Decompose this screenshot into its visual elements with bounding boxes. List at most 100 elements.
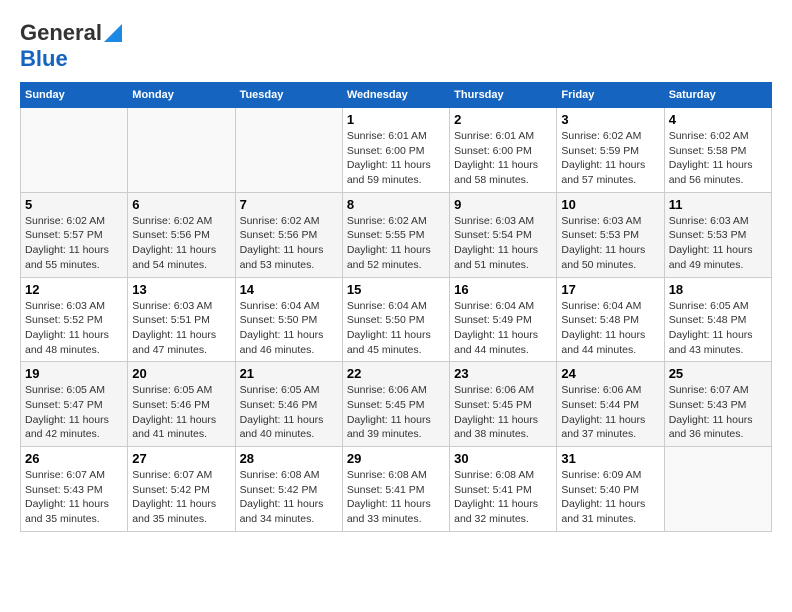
calendar-week-row: 1 Sunrise: 6:01 AM Sunset: 6:00 PM Daylig… [21,108,772,193]
page-header: General Blue [20,20,772,72]
day-number: 16 [454,282,552,297]
day-number: 11 [669,197,767,212]
logo: General Blue [20,20,122,72]
day-number: 28 [240,451,338,466]
calendar-cell: 31Sunrise: 6:09 AM Sunset: 5:40 PM Dayli… [557,447,664,532]
day-info: Sunrise: 6:05 AM Sunset: 5:46 PM Dayligh… [240,383,338,442]
day-info: Sunrise: 6:07 AM Sunset: 5:42 PM Dayligh… [132,468,230,527]
day-info: Sunrise: 6:05 AM Sunset: 5:46 PM Dayligh… [132,383,230,442]
day-info: Sunrise: 6:03 AM Sunset: 5:51 PM Dayligh… [132,299,230,358]
day-info: Sunrise: 6:02 AM Sunset: 5:59 PM Dayligh… [561,129,659,188]
calendar-cell: 15 Sunrise: 6:04 AM Sunset: 5:50 PM Dayli… [342,277,449,362]
day-number: 25 [669,366,767,381]
weekday-header-tuesday: Tuesday [235,83,342,108]
day-info: Sunrise: 6:06 AM Sunset: 5:45 PM Dayligh… [347,383,445,442]
calendar-cell: 20 Sunrise: 6:05 AM Sunset: 5:46 PM Dayli… [128,362,235,447]
day-number: 27 [132,451,230,466]
logo-blue: Blue [20,46,68,71]
calendar-cell: 3 Sunrise: 6:02 AM Sunset: 5:59 PM Daylig… [557,108,664,193]
weekday-header-saturday: Saturday [664,83,771,108]
day-info: Sunrise: 6:02 AM Sunset: 5:58 PM Dayligh… [669,129,767,188]
day-info: Sunrise: 6:04 AM Sunset: 5:50 PM Dayligh… [240,299,338,358]
day-number: 3 [561,112,659,127]
calendar-cell: 7Sunrise: 6:02 AM Sunset: 5:56 PM Daylig… [235,192,342,277]
day-info: Sunrise: 6:04 AM Sunset: 5:49 PM Dayligh… [454,299,552,358]
day-number: 5 [25,197,123,212]
calendar-header: SundayMondayTuesdayWednesdayThursdayFrid… [21,83,772,108]
day-number: 30 [454,451,552,466]
day-number: 17 [561,282,659,297]
day-number: 20 [132,366,230,381]
calendar-cell: 22 Sunrise: 6:06 AM Sunset: 5:45 PM Dayli… [342,362,449,447]
day-number: 23 [454,366,552,381]
day-number: 21 [240,366,338,381]
day-info: Sunrise: 6:09 AM Sunset: 5:40 PM Dayligh… [561,468,659,527]
day-number: 6 [132,197,230,212]
calendar-cell: 30 Sunrise: 6:08 AM Sunset: 5:41 PM Dayli… [450,447,557,532]
day-info: Sunrise: 6:03 AM Sunset: 5:53 PM Dayligh… [669,214,767,273]
calendar-cell: 13 Sunrise: 6:03 AM Sunset: 5:51 PM Dayli… [128,277,235,362]
day-info: Sunrise: 6:08 AM Sunset: 5:41 PM Dayligh… [454,468,552,527]
calendar-cell [128,108,235,193]
day-info: Sunrise: 6:07 AM Sunset: 5:43 PM Dayligh… [669,383,767,442]
calendar-cell: 24Sunrise: 6:06 AM Sunset: 5:44 PM Dayli… [557,362,664,447]
calendar-body: 1 Sunrise: 6:01 AM Sunset: 6:00 PM Daylig… [21,108,772,532]
calendar-cell: 27 Sunrise: 6:07 AM Sunset: 5:42 PM Dayli… [128,447,235,532]
calendar-table: SundayMondayTuesdayWednesdayThursdayFrid… [20,82,772,532]
day-info: Sunrise: 6:03 AM Sunset: 5:54 PM Dayligh… [454,214,552,273]
calendar-cell: 26Sunrise: 6:07 AM Sunset: 5:43 PM Dayli… [21,447,128,532]
calendar-cell: 12Sunrise: 6:03 AM Sunset: 5:52 PM Dayli… [21,277,128,362]
day-number: 15 [347,282,445,297]
calendar-week-row: 5 Sunrise: 6:02 AM Sunset: 5:57 PM Daylig… [21,192,772,277]
calendar-cell [664,447,771,532]
logo-general: General [20,20,102,46]
day-info: Sunrise: 6:07 AM Sunset: 5:43 PM Dayligh… [25,468,123,527]
day-number: 29 [347,451,445,466]
day-number: 1 [347,112,445,127]
calendar-cell: 25 Sunrise: 6:07 AM Sunset: 5:43 PM Dayli… [664,362,771,447]
calendar-cell: 5 Sunrise: 6:02 AM Sunset: 5:57 PM Daylig… [21,192,128,277]
calendar-cell: 16 Sunrise: 6:04 AM Sunset: 5:49 PM Dayli… [450,277,557,362]
calendar-cell [21,108,128,193]
day-info: Sunrise: 6:03 AM Sunset: 5:52 PM Dayligh… [25,299,123,358]
calendar-cell: 11 Sunrise: 6:03 AM Sunset: 5:53 PM Dayli… [664,192,771,277]
weekday-header-thursday: Thursday [450,83,557,108]
day-info: Sunrise: 6:05 AM Sunset: 5:48 PM Dayligh… [669,299,767,358]
day-number: 18 [669,282,767,297]
day-info: Sunrise: 6:02 AM Sunset: 5:56 PM Dayligh… [132,214,230,273]
day-number: 22 [347,366,445,381]
day-info: Sunrise: 6:05 AM Sunset: 5:47 PM Dayligh… [25,383,123,442]
day-info: Sunrise: 6:08 AM Sunset: 5:41 PM Dayligh… [347,468,445,527]
day-number: 10 [561,197,659,212]
day-number: 19 [25,366,123,381]
calendar-week-row: 19 Sunrise: 6:05 AM Sunset: 5:47 PM Dayli… [21,362,772,447]
day-number: 4 [669,112,767,127]
calendar-week-row: 12Sunrise: 6:03 AM Sunset: 5:52 PM Dayli… [21,277,772,362]
calendar-cell: 21 Sunrise: 6:05 AM Sunset: 5:46 PM Dayli… [235,362,342,447]
day-info: Sunrise: 6:02 AM Sunset: 5:55 PM Dayligh… [347,214,445,273]
calendar-cell: 17 Sunrise: 6:04 AM Sunset: 5:48 PM Dayli… [557,277,664,362]
day-number: 7 [240,197,338,212]
calendar-cell: 28Sunrise: 6:08 AM Sunset: 5:42 PM Dayli… [235,447,342,532]
day-info: Sunrise: 6:04 AM Sunset: 5:48 PM Dayligh… [561,299,659,358]
day-info: Sunrise: 6:04 AM Sunset: 5:50 PM Dayligh… [347,299,445,358]
calendar-cell: 10 Sunrise: 6:03 AM Sunset: 5:53 PM Dayli… [557,192,664,277]
calendar-cell: 4 Sunrise: 6:02 AM Sunset: 5:58 PM Daylig… [664,108,771,193]
day-number: 9 [454,197,552,212]
day-number: 8 [347,197,445,212]
calendar-cell: 23 Sunrise: 6:06 AM Sunset: 5:45 PM Dayli… [450,362,557,447]
day-info: Sunrise: 6:01 AM Sunset: 6:00 PM Dayligh… [454,129,552,188]
weekday-header-sunday: Sunday [21,83,128,108]
day-info: Sunrise: 6:06 AM Sunset: 5:45 PM Dayligh… [454,383,552,442]
calendar-week-row: 26Sunrise: 6:07 AM Sunset: 5:43 PM Dayli… [21,447,772,532]
calendar-cell: 14 Sunrise: 6:04 AM Sunset: 5:50 PM Dayli… [235,277,342,362]
day-number: 14 [240,282,338,297]
calendar-cell: 9 Sunrise: 6:03 AM Sunset: 5:54 PM Daylig… [450,192,557,277]
day-info: Sunrise: 6:03 AM Sunset: 5:53 PM Dayligh… [561,214,659,273]
day-info: Sunrise: 6:02 AM Sunset: 5:57 PM Dayligh… [25,214,123,273]
calendar-cell: 19 Sunrise: 6:05 AM Sunset: 5:47 PM Dayli… [21,362,128,447]
day-number: 2 [454,112,552,127]
day-number: 13 [132,282,230,297]
calendar-cell: 1Sunrise: 6:01 AM Sunset: 6:00 PM Daylig… [342,108,449,193]
calendar-cell: 29 Sunrise: 6:08 AM Sunset: 5:41 PM Dayli… [342,447,449,532]
